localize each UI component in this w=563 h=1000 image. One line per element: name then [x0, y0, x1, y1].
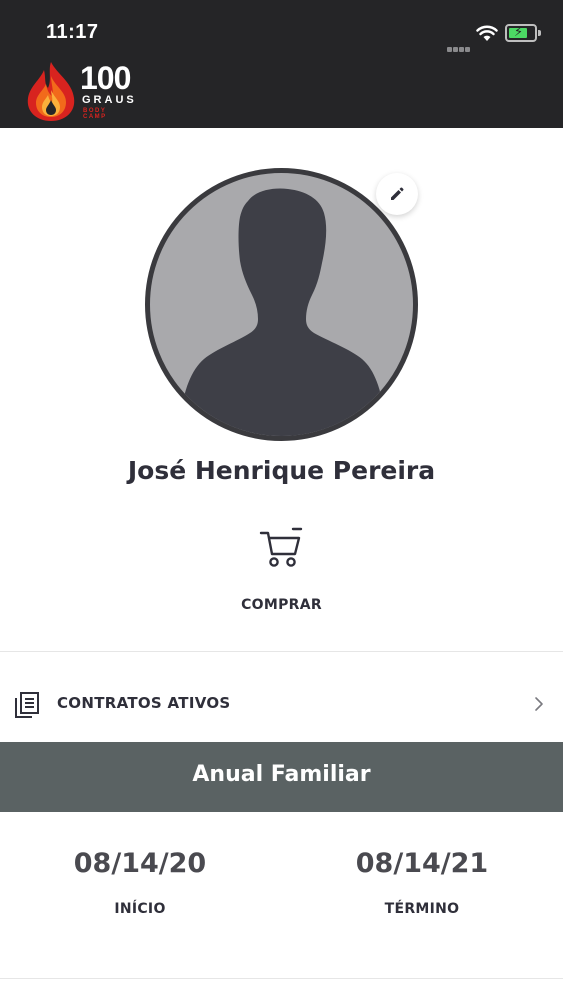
buy-button[interactable]: COMPRAR: [0, 597, 563, 613]
active-contracts-label: CONTRATOS ATIVOS: [57, 694, 231, 712]
cart-icon[interactable]: [259, 527, 303, 573]
divider: [0, 651, 563, 652]
end-date-block: 08/14/21 TÉRMINO: [322, 848, 522, 917]
plan-name: Anual Familiar: [192, 762, 371, 787]
plan-banner: Anual Familiar: [0, 742, 563, 812]
documents-icon: [14, 691, 40, 723]
status-time: 11:17: [46, 21, 99, 43]
start-date-label: INÍCIO: [114, 901, 166, 917]
logo-tagline: BODY CAMP: [83, 108, 107, 120]
logo-number: 100: [80, 60, 131, 96]
cellular-signal-icon: [447, 37, 471, 56]
brand-logo: 100 GRAUS BODY CAMP: [22, 60, 134, 122]
logo-word: GRAUS: [82, 94, 137, 106]
end-date-label: TÉRMINO: [384, 901, 460, 917]
divider: [0, 978, 563, 979]
app-header: 11:17 ⚡ 100 GRAUS BODY CAMP: [0, 0, 563, 128]
avatar[interactable]: [145, 168, 418, 441]
pencil-icon: [391, 187, 404, 200]
start-date-value: 08/14/20: [73, 848, 207, 879]
active-contracts-row[interactable]: CONTRATOS ATIVOS: [0, 672, 563, 738]
wifi-icon: [476, 25, 498, 46]
profile-name: José Henrique Pereira: [127, 456, 436, 485]
person-silhouette-icon: [180, 188, 386, 436]
chevron-right-icon: [534, 696, 544, 716]
start-date-block: 08/14/20 INÍCIO: [40, 848, 240, 917]
battery-charging-icon: ⚡: [505, 24, 541, 42]
edit-profile-button[interactable]: [376, 173, 418, 215]
flame-icon: [27, 62, 75, 121]
end-date-value: 08/14/21: [355, 848, 489, 879]
